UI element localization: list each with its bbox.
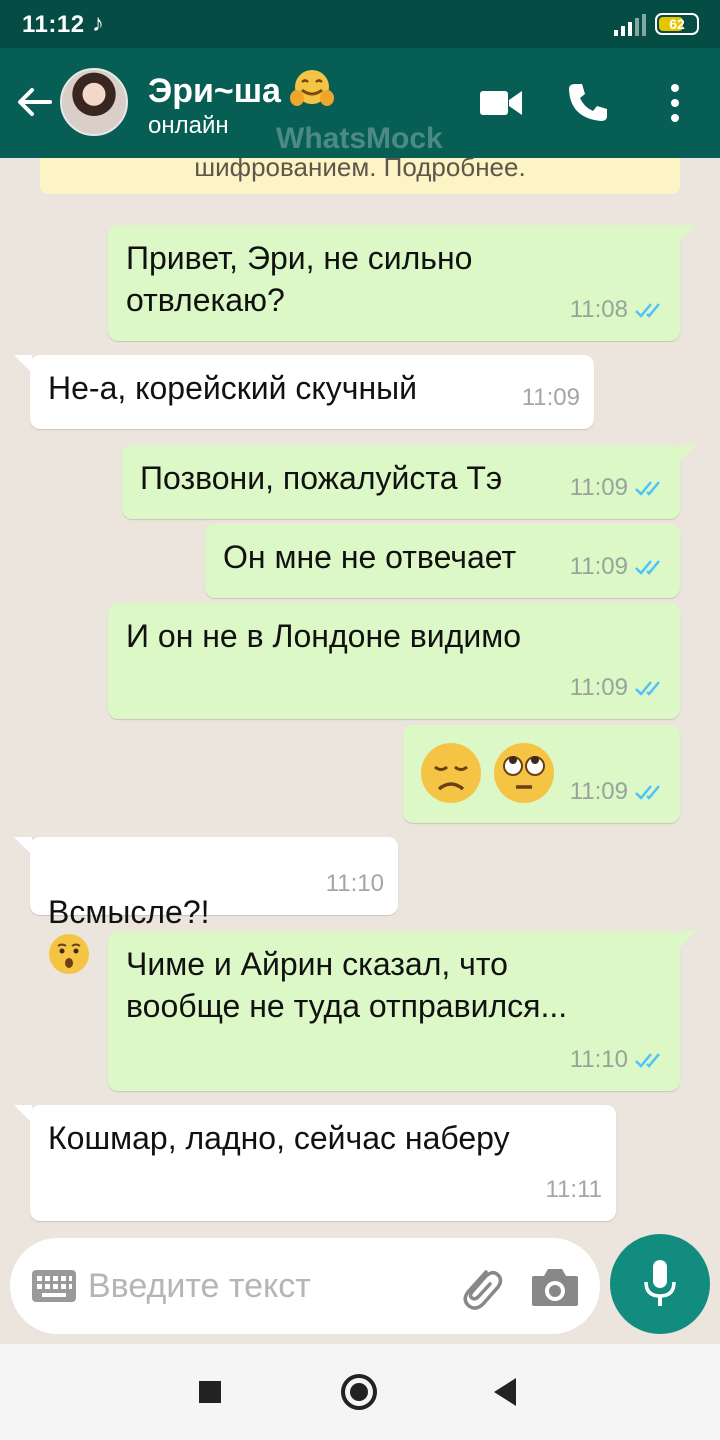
read-ticks-icon [635,1053,660,1068]
camera-icon[interactable] [530,1264,580,1308]
message-text: Привет, Эри, не сильно отвлекаю? [126,240,473,318]
message-time: 11:10 [325,870,384,897]
message-meta: 11:09 [570,467,666,509]
more-vert-icon[interactable] [660,82,690,124]
hugging-face-icon [290,70,335,106]
message-input[interactable] [88,1264,438,1308]
battery-percent: 62 [669,16,685,32]
message-text: Всмысле?! [48,894,210,930]
watermark: WhatsMock [276,122,443,155]
read-ticks-icon [635,560,660,575]
video-call-icon[interactable] [480,86,522,120]
contact-name-text: Эри~ша [148,72,281,110]
composer [10,1238,600,1334]
message-meta: 11:11 [546,1169,603,1211]
message-incoming[interactable]: Всмысле?! 11:10 [14,837,398,974]
back-button[interactable] [494,1378,516,1406]
paperclip-icon[interactable] [456,1262,504,1312]
recents-button[interactable] [199,1381,221,1403]
phone-icon[interactable] [566,80,610,124]
message-text: Не-а, корейский скучный [48,370,417,406]
message-outgoing[interactable]: И он не в Лондоне видимо 11:09 [108,603,680,719]
status-time: 11:12 [22,11,85,38]
contact-name[interactable]: Эри~ша [148,68,335,111]
read-ticks-icon [635,681,660,696]
message-outgoing[interactable]: 11:09 [403,725,680,823]
emoji-row [419,741,556,805]
read-ticks-icon [635,785,660,800]
keyboard-icon[interactable] [32,1270,76,1302]
message-time: 11:10 [569,1046,628,1073]
encryption-notice[interactable]: шифрованием. Подробнее. [40,158,680,194]
mic-icon [644,1260,676,1306]
message-time: 11:09 [569,474,628,501]
disappointed-face-icon [421,743,481,803]
message-outgoing[interactable]: Чиме и Айрин сказал, что вообще не туда … [108,931,696,1091]
message-text: Кошмар, ладно, сейчас наберу [48,1120,510,1156]
message-time: 11:08 [569,296,628,323]
message-meta: 11:10 [570,1039,666,1081]
status-bar: 11:12 ♪ 62 [0,0,720,48]
mic-button[interactable] [610,1234,710,1334]
chat-header: Эри~ша онлайн WhatsMock [0,48,720,158]
message-incoming[interactable]: Кошмар, ладно, сейчас наберу 11:11 [14,1105,616,1221]
message-time: 11:11 [545,1176,603,1203]
message-meta: 11:10 [326,863,384,905]
message-meta: 11:09 [570,667,666,709]
home-button[interactable] [341,1374,377,1410]
battery-indicator: 62 [655,13,699,35]
message-outgoing[interactable]: Позвони, пожалуйста Тэ 11:09 [122,445,696,519]
arrow-left-icon[interactable] [14,82,54,122]
message-outgoing[interactable]: Привет, Эри, не сильно отвлекаю? 11:08 [108,225,696,341]
message-meta: 11:09 [570,771,666,813]
message-text: Он мне не отвечает [223,539,517,575]
message-time: 11:09 [569,778,628,805]
hushed-face-icon [49,934,89,974]
message-time: 11:09 [569,674,628,701]
face-with-rolling-eyes-icon [493,743,554,803]
message-meta: 11:08 [570,289,666,331]
message-time: 11:09 [521,384,580,411]
read-ticks-icon [635,481,660,496]
message-list[interactable]: шифрованием. Подробнее. Привет, Эри, не … [0,158,720,1248]
message-text: Позвони, пожалуйста Тэ [140,460,503,496]
message-meta: 11:09 [570,546,666,588]
system-nav-bar [0,1344,720,1440]
read-ticks-icon [635,303,660,318]
avatar[interactable] [60,68,128,136]
message-outgoing[interactable]: Он мне не отвечает 11:09 [205,524,680,598]
message-incoming[interactable]: Не-а, корейский скучный 11:09 [14,355,594,429]
message-time: 11:09 [569,553,628,580]
message-text: Чиме и Айрин сказал, что вообще не туда … [126,946,568,1024]
signal-icon [614,14,646,36]
message-meta: 11:09 [522,377,580,419]
contact-status: онлайн [148,112,229,139]
tiktok-notification-icon: ♪ [92,10,104,37]
message-text: И он не в Лондоне видимо [126,618,522,654]
